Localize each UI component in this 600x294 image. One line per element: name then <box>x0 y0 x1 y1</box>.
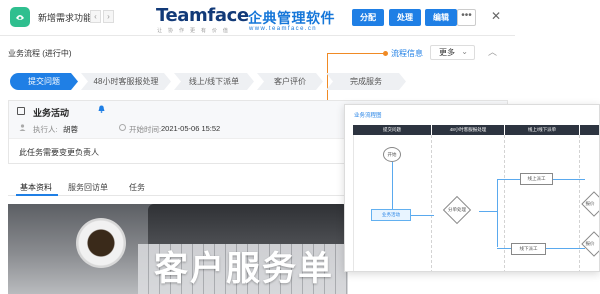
more-select[interactable]: 更多 ⌄ <box>430 45 475 60</box>
brand-chinese-name: 企典管理软件 <box>248 10 335 26</box>
assignee-label: 执行人: <box>33 125 58 134</box>
assignee-name: 胡蓉 <box>63 125 78 134</box>
flow-node-start: 开始 <box>383 147 401 162</box>
task-description: 此任务需要变更负责人 <box>19 148 99 157</box>
nav-arrows: ‹ › <box>90 10 114 23</box>
step-submit-issue[interactable]: 提交问题 <box>10 73 78 90</box>
brand-url: www.teamface.cn <box>249 26 318 32</box>
clock-icon <box>119 124 126 131</box>
callout-dot <box>383 51 388 56</box>
flow-node-decision: 分单处理 <box>448 207 466 212</box>
step-dispatch[interactable]: 线上/线下派单 <box>174 73 254 90</box>
tab-active-indicator <box>16 194 58 196</box>
step-complete-service[interactable]: 完成服务 <box>326 73 406 90</box>
flow-diagram-popup: 业务流程图 提交问题 48小时客服报处理 线上/线下派单 开始 业务活动 分单处… <box>344 104 600 272</box>
flow-node-right2: 报价 <box>585 241 595 246</box>
start-time-label: 开始时间: <box>129 125 162 134</box>
step-customer-review[interactable]: 客户评价 <box>257 73 323 90</box>
lane-48h <box>432 135 505 271</box>
process-status-label: 业务流程 (进行中) <box>8 49 72 58</box>
nav-prev-button[interactable]: ‹ <box>90 10 101 23</box>
flow-arrow <box>546 248 585 249</box>
chevron-down-icon: ⌄ <box>461 47 468 56</box>
more-options-button[interactable]: ••• <box>457 9 476 26</box>
collapse-icon[interactable]: ︿ <box>488 45 497 58</box>
more-select-value: 更多 <box>439 48 455 57</box>
callout-connector <box>327 53 384 54</box>
task-name: 业务活动 <box>33 108 70 118</box>
handle-button[interactable]: 处理 <box>389 9 421 26</box>
flow-arrow <box>411 215 434 216</box>
task-icon <box>17 107 25 115</box>
brand-logo-text: Teamface <box>156 5 249 26</box>
flow-arrow <box>497 179 520 180</box>
start-time-value: 2021-05-06 15:52 <box>161 124 221 133</box>
bell-icon[interactable] <box>98 105 105 115</box>
assign-button[interactable]: 分配 <box>352 9 384 26</box>
app-icon <box>10 7 30 27</box>
edit-button[interactable]: 编辑 <box>425 9 457 26</box>
flow-arrow <box>392 162 393 212</box>
flow-arrow <box>497 179 498 247</box>
lane-header-submit: 提交问题 <box>353 125 431 135</box>
flow-arrow <box>553 179 585 180</box>
tab-basic-info[interactable]: 基本资料 <box>20 182 52 193</box>
process-info-link[interactable]: 流程信息 <box>391 48 423 59</box>
brand-slogan: 让 协 作 更 有 价 值 <box>157 28 231 34</box>
tab-tasks[interactable]: 任务 <box>129 182 145 193</box>
flow-node-right1: 报价 <box>585 201 595 206</box>
close-icon[interactable]: ✕ <box>491 9 501 23</box>
tab-service-visit[interactable]: 服务回访单 <box>68 182 108 193</box>
flow-arrow <box>497 248 511 249</box>
laptop-screen-graphic <box>148 204 348 244</box>
lane-header-extra <box>580 125 599 135</box>
top-bar: 新增需求功能 ‹ › Teamface 让 协 作 更 有 价 值 企典管理软件… <box>0 0 515 36</box>
hero-title: 客户服务单 <box>154 250 334 288</box>
person-icon <box>19 124 26 131</box>
flow-node-offline: 线下派工 <box>511 243 546 255</box>
step-48h-handling[interactable]: 48小时客服报处理 <box>81 73 171 90</box>
lane-header-48h: 48小时客服报处理 <box>432 125 504 135</box>
flow-popup-title: 业务流程图 <box>354 113 382 119</box>
hero-banner-image: 客户服务单 <box>8 204 348 294</box>
flow-arrow <box>479 211 497 212</box>
app-title: 新增需求功能 <box>38 13 93 23</box>
flow-node-activity: 业务活动 <box>371 209 411 221</box>
coffee-cup-graphic <box>76 218 126 268</box>
lane-header-dispatch: 线上/线下派单 <box>505 125 579 135</box>
process-steps: 提交问题 48小时客服报处理 线上/线下派单 客户评价 完成服务 <box>10 73 508 90</box>
flow-node-online: 线上派工 <box>520 173 553 185</box>
nav-next-button[interactable]: › <box>103 10 114 23</box>
